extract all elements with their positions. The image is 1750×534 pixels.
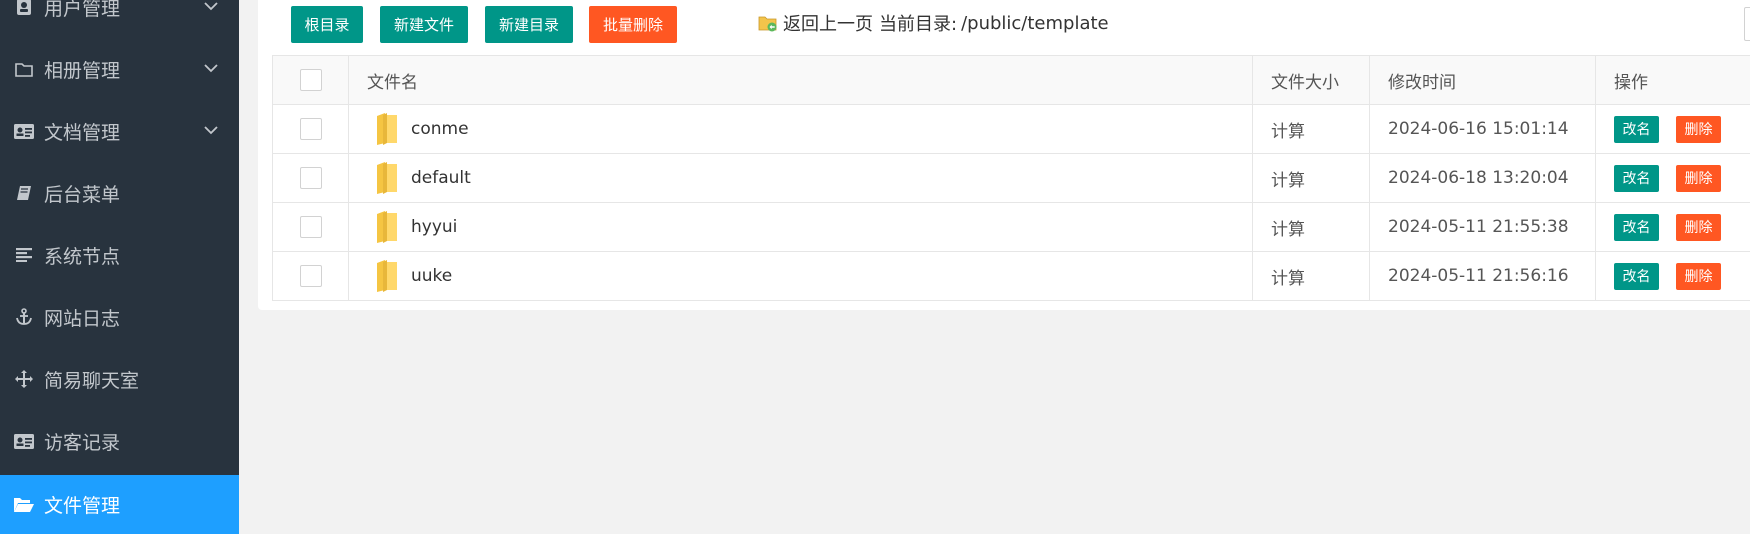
file-size: 计算 (1252, 104, 1370, 154)
file-name-link[interactable]: uuke (411, 266, 452, 286)
rename-button[interactable]: 改名 (1614, 262, 1659, 290)
chevron-down-icon (204, 64, 218, 73)
file-manager-panel: 根目录 新建文件 新建目录 批量删除 返回上一页 当前目录: /public/t… (258, 0, 1750, 310)
delete-button[interactable]: 删除 (1676, 262, 1721, 290)
table-row: default 计算 2024-06-18 13:20:04 改名 删除 (272, 153, 1750, 203)
folder-open-icon (14, 495, 34, 515)
book-icon (14, 183, 34, 203)
row-checkbox[interactable] (299, 216, 322, 238)
file-name-link[interactable]: hyyui (411, 217, 457, 237)
id-card-icon (14, 121, 34, 141)
move-arrows-icon (14, 369, 34, 389)
row-checkbox[interactable] (299, 167, 322, 189)
sidebar-item-users[interactable]: 用户管理 (0, 0, 239, 38)
current-path: /public/template (961, 12, 1109, 34)
delete-button[interactable]: 删除 (1676, 115, 1721, 143)
modified-time: 2024-06-18 13:20:04 (1369, 153, 1596, 203)
batch-delete-button[interactable]: 批量删除 (589, 6, 677, 43)
sidebar-item-documents[interactable]: 文档管理 (0, 100, 239, 162)
modified-time: 2024-05-11 21:55:38 (1369, 202, 1596, 252)
sidebar-item-label: 后台菜单 (44, 183, 121, 206)
modified-time: 2024-05-11 21:56:16 (1369, 251, 1596, 301)
file-name-link[interactable]: default (411, 168, 471, 188)
file-table: 文件名 文件大小 修改时间 操作 conme 计算 2024-06-16 15:… (272, 55, 1750, 301)
rename-button[interactable]: 改名 (1614, 115, 1659, 143)
sidebar-item-label: 简易聊天室 (44, 369, 140, 392)
table-header-row: 文件名 文件大小 修改时间 操作 (272, 55, 1750, 105)
new-file-button[interactable]: 新建文件 (380, 6, 468, 43)
sidebar-item-label: 相册管理 (44, 59, 121, 82)
back-link[interactable]: 返回上一页 (758, 10, 873, 36)
sidebar-item-label: 用户管理 (44, 0, 121, 20)
sidebar: 用户管理 相册管理 文档管理 后台菜单 系统节点 网站日志 简易聊天室 访客记录… (0, 0, 239, 534)
delete-button[interactable]: 删除 (1676, 164, 1721, 192)
header-modified: 修改时间 (1369, 55, 1596, 105)
header-filename: 文件名 (348, 55, 1253, 105)
id-card-icon (14, 431, 34, 451)
file-size: 计算 (1252, 251, 1370, 301)
user-lock-icon (14, 0, 34, 17)
header-actions: 操作 (1595, 55, 1750, 105)
file-size: 计算 (1252, 153, 1370, 203)
table-row: uuke 计算 2024-05-11 21:56:16 改名 删除 (272, 251, 1750, 301)
chevron-down-icon (204, 126, 218, 135)
select-all-checkbox[interactable] (299, 69, 322, 91)
rename-button[interactable]: 改名 (1614, 164, 1659, 192)
table-row: conme 计算 2024-06-16 15:01:14 改名 删除 (272, 104, 1750, 154)
folder-icon (377, 162, 397, 194)
back-label: 返回上一页 (783, 14, 873, 35)
folder-outline-icon (14, 59, 34, 79)
sidebar-item-label: 网站日志 (44, 307, 121, 330)
root-dir-button[interactable]: 根目录 (291, 6, 363, 43)
new-dir-button[interactable]: 新建目录 (485, 6, 573, 43)
sidebar-item-file-manager[interactable]: 文件管理 (0, 475, 239, 534)
select-all-cell (272, 55, 349, 105)
row-checkbox[interactable] (299, 265, 322, 287)
delete-button[interactable]: 删除 (1676, 213, 1721, 241)
modified-time: 2024-06-16 15:01:14 (1369, 104, 1596, 154)
align-left-icon (14, 245, 34, 265)
current-dir-label: 当前目录: (879, 14, 958, 35)
sidebar-item-chatroom[interactable]: 简易聊天室 (0, 348, 239, 410)
file-size: 计算 (1252, 202, 1370, 252)
anchor-icon (14, 307, 34, 327)
view-toggle-button[interactable] (1744, 7, 1750, 41)
sidebar-item-visitor-records[interactable]: 访客记录 (0, 410, 239, 472)
sidebar-item-label: 文档管理 (44, 121, 121, 144)
folder-icon (377, 113, 397, 145)
sidebar-item-label: 系统节点 (44, 245, 121, 268)
sidebar-item-label: 访客记录 (44, 431, 121, 454)
row-checkbox[interactable] (299, 118, 322, 140)
sidebar-item-admin-menu[interactable]: 后台菜单 (0, 162, 239, 224)
sidebar-item-label: 文件管理 (44, 495, 121, 517)
breadcrumb: 返回上一页 当前目录: /public/template (758, 10, 1109, 36)
rename-button[interactable]: 改名 (1614, 213, 1659, 241)
chevron-down-icon (204, 2, 218, 11)
folder-back-icon (758, 16, 777, 32)
sidebar-item-albums[interactable]: 相册管理 (0, 38, 239, 100)
folder-icon (377, 211, 397, 243)
table-row: hyyui 计算 2024-05-11 21:55:38 改名 删除 (272, 202, 1750, 252)
sidebar-item-system-nodes[interactable]: 系统节点 (0, 224, 239, 286)
file-name-link[interactable]: conme (411, 119, 469, 139)
sidebar-item-site-logs[interactable]: 网站日志 (0, 286, 239, 348)
folder-icon (377, 260, 397, 292)
header-filesize: 文件大小 (1252, 55, 1370, 105)
